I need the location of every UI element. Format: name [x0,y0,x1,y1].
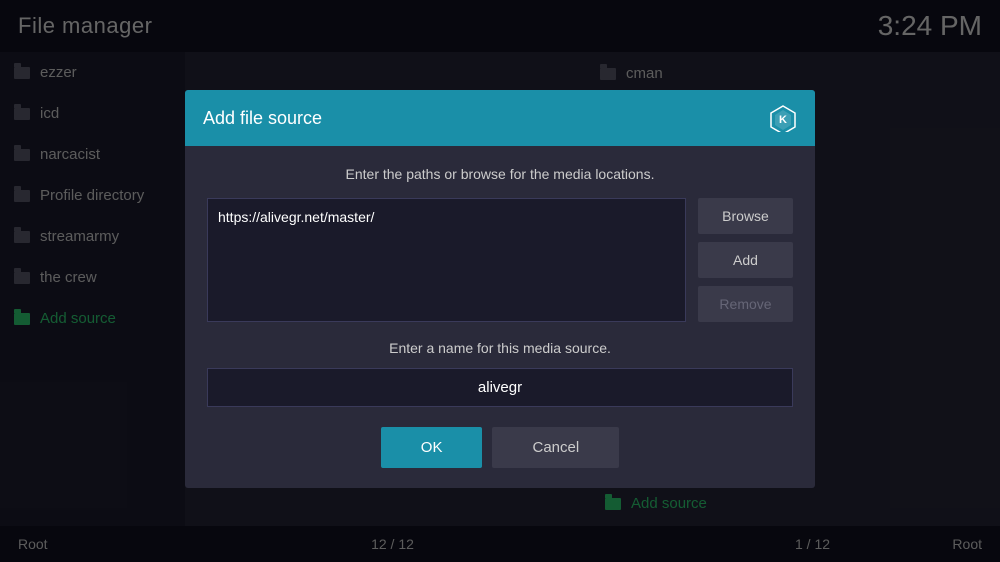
dialog-title: Add file source [203,108,322,129]
dialog-header: Add file source K [185,90,815,146]
dialog-name-input[interactable] [207,368,793,407]
dialog-action-group: Browse Add Remove [698,198,793,322]
dialog-path-value: https://alivegr.net/master/ [218,209,675,225]
dialog-path-area: https://alivegr.net/master/ Browse Add R… [207,198,793,322]
dialog-confirm-buttons: OK Cancel [207,427,793,468]
browse-button[interactable]: Browse [698,198,793,234]
svg-text:K: K [779,114,787,126]
dialog-path-input[interactable]: https://alivegr.net/master/ [207,198,686,322]
kodi-logo-icon: K [769,104,797,132]
dialog-path-instruction: Enter the paths or browse for the media … [207,166,793,182]
add-file-source-dialog: Add file source K Enter the paths or bro… [185,90,815,488]
add-button[interactable]: Add [698,242,793,278]
dialog-body: Enter the paths or browse for the media … [185,146,815,488]
remove-button[interactable]: Remove [698,286,793,322]
dialog-name-instruction: Enter a name for this media source. [207,340,793,356]
ok-button[interactable]: OK [381,427,483,468]
cancel-button[interactable]: Cancel [492,427,619,468]
